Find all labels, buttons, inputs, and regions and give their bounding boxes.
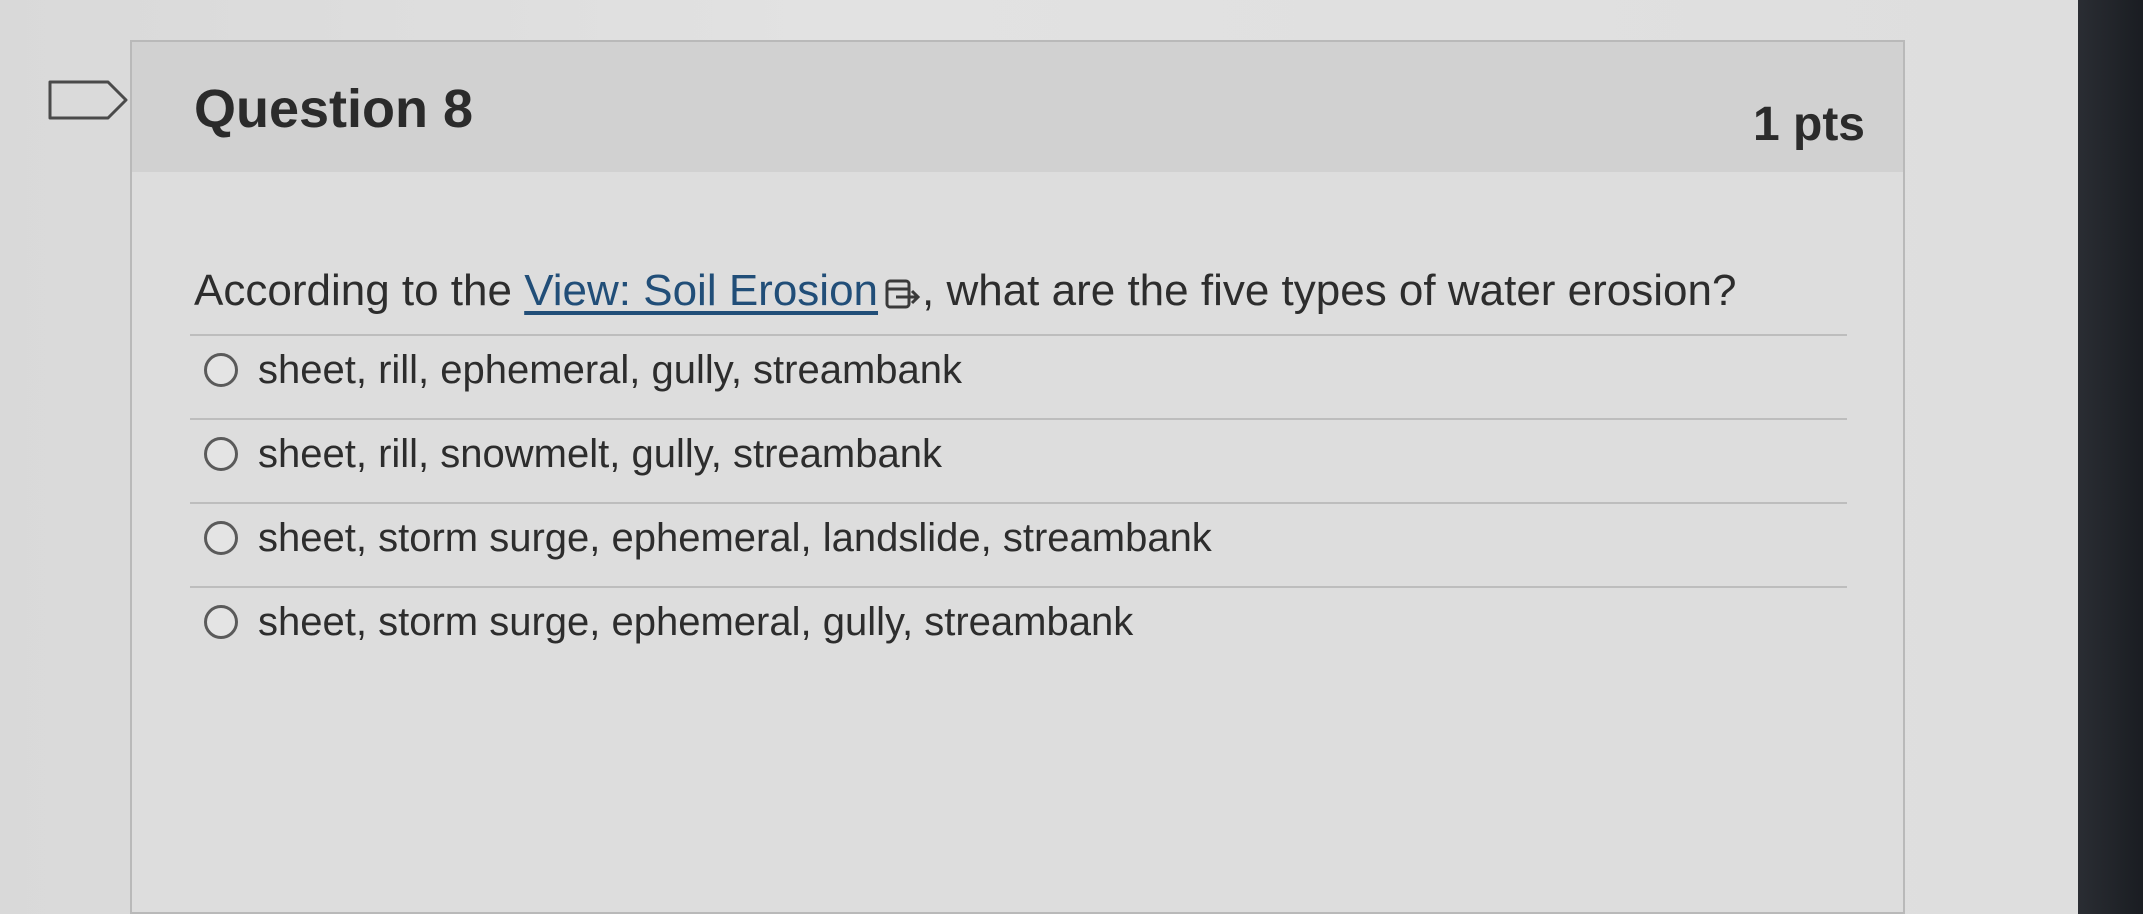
soil-erosion-link-label: View: Soil Erosion (524, 266, 879, 315)
radio-button[interactable] (204, 353, 238, 387)
divider (190, 334, 1847, 336)
question-text-after: , what are the five types of water erosi… (922, 266, 1737, 315)
answer-option[interactable]: sheet, storm surge, ephemeral, landslide… (204, 508, 1212, 568)
answer-option[interactable]: sheet, rill, ephemeral, gully, streamban… (204, 340, 962, 400)
radio-button[interactable] (204, 437, 238, 471)
answer-option[interactable]: sheet, storm surge, ephemeral, gully, st… (204, 592, 1133, 652)
divider (190, 418, 1847, 420)
radio-button[interactable] (204, 605, 238, 639)
question-header: Question 8 1 pts (132, 42, 1903, 174)
question-text: According to the View: Soil Erosion , wh… (194, 266, 1736, 316)
divider (190, 586, 1847, 588)
answer-label: sheet, storm surge, ephemeral, landslide… (258, 515, 1212, 560)
screen-edge (2078, 0, 2143, 914)
question-text-before: According to the (194, 266, 525, 315)
soil-erosion-link[interactable]: View: Soil Erosion (524, 266, 922, 315)
question-card: Question 8 1 pts According to the View: … (130, 40, 1905, 914)
divider (190, 502, 1847, 504)
answer-label: sheet, rill, snowmelt, gully, streambank (258, 431, 942, 476)
question-points: 1 pts (1752, 98, 1865, 151)
answer-option[interactable]: sheet, rill, snowmelt, gully, streambank (204, 424, 942, 484)
bookmark-flag-icon[interactable] (46, 78, 130, 122)
answer-label: sheet, storm surge, ephemeral, gully, st… (258, 599, 1134, 644)
question-title: Question 8 (194, 79, 474, 139)
question-body: According to the View: Soil Erosion , wh… (132, 172, 1903, 912)
answer-label: sheet, rill, ephemeral, gully, streamban… (258, 347, 963, 392)
external-link-icon (885, 279, 921, 309)
radio-button[interactable] (204, 521, 238, 555)
